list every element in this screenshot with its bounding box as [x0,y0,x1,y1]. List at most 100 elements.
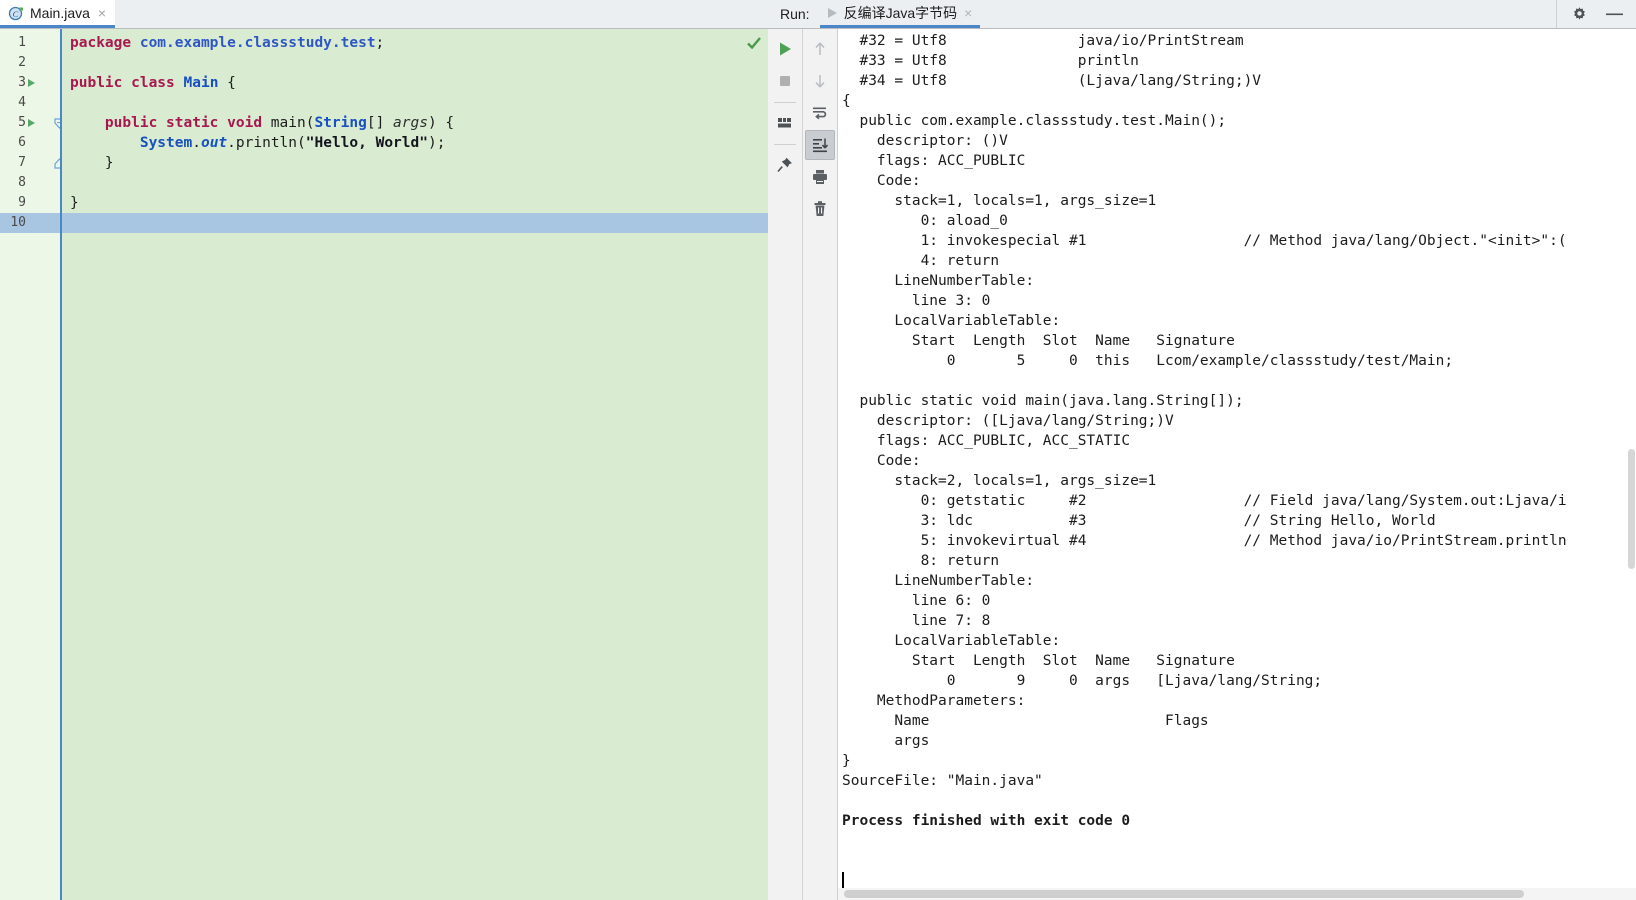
console-line: 8: return [842,553,1000,569]
code-token: . [192,135,201,151]
run-gutter-icon[interactable] [28,119,35,127]
editor-body[interactable]: 1 2 3 4 5 6 7 8 9 10 package com.example.classstu… [0,29,768,900]
scrollbar-thumb[interactable] [1628,449,1635,569]
gutter-line-3[interactable]: 3 [0,73,60,93]
line-number: 8 [18,175,26,190]
code-line[interactable] [62,173,768,193]
printer-icon [811,168,829,186]
console-line: MethodParameters: [842,693,1026,709]
code-token: package [70,35,140,51]
gear-icon[interactable] [1571,6,1588,23]
console-caret [842,872,844,888]
down-the-stack-trace-button[interactable] [805,66,835,96]
code-line[interactable]: package com.example.classstudy.test; [62,33,768,53]
gutter-line-1[interactable]: 1 [0,33,60,53]
arrow-up-icon [811,40,829,58]
console-line: { [842,93,851,109]
console-line: descriptor: ([Ljava/lang/String;)V [842,413,1174,429]
console-line: line 6: 0 [842,593,991,609]
console-line: #34 = Utf8 (Ljava/lang/String;)V [842,73,1262,89]
console-line: 0: aload_0 [842,213,1008,229]
console-line: 0 5 0 this Lcom/example/classstudy/test/… [842,353,1454,369]
window-controls [1556,0,1636,28]
console-line: line 7: 8 [842,613,991,629]
code-line[interactable]: System.out.println("Hello, World"); [62,133,768,153]
console-line: stack=1, locals=1, args_size=1 [842,193,1157,209]
editor-code-area[interactable]: package com.example.classstudy.test; pub… [60,29,768,900]
code-line[interactable]: public class Main { [62,73,768,93]
console-line: LocalVariableTable: [842,633,1061,649]
run-gutter-icon[interactable] [28,79,35,87]
code-token: } [70,155,114,171]
stop-square-icon [776,72,794,90]
run-tab-decompile[interactable]: 反编译Java字节码 × [819,0,981,28]
scroll-to-end-button[interactable] [805,130,835,160]
clear-all-button[interactable] [805,194,835,224]
editor-gutter[interactable]: 1 2 3 4 5 6 7 8 9 10 [0,29,65,900]
close-icon[interactable]: × [964,5,972,21]
gutter-line-5[interactable]: 5 [0,113,65,133]
svg-text:C: C [13,9,19,19]
code-token: .println( [227,135,306,151]
gutter-line-4[interactable]: 4 [0,93,60,113]
code-line[interactable] [62,53,768,73]
close-icon[interactable]: × [98,6,106,20]
gutter-line-2[interactable]: 2 [0,53,60,73]
code-token: ); [427,135,446,151]
soft-wrap-button[interactable] [805,98,835,128]
line-number: 9 [18,195,26,210]
code-token: String [314,115,367,131]
line-number: 6 [18,135,26,150]
console-line: flags: ACC_PUBLIC, ACC_STATIC [842,433,1131,449]
editor-pane: C Main.java × 1 2 3 4 5 6 7 8 9 10 package com.ex… [0,0,768,900]
stop-button[interactable] [770,66,800,96]
console-line: stack=2, locals=1, args_size=1 [842,473,1157,489]
code-token: main [270,115,306,131]
gutter-line-7[interactable]: 7 [0,153,65,173]
code-line[interactable]: } [62,193,768,213]
code-line[interactable]: } [62,153,768,173]
code-line[interactable]: public static void main(String[] args) { [62,113,768,133]
line-number: 5 [18,115,26,130]
gutter-line-10[interactable]: 10 [0,213,60,233]
code-token: out [200,135,228,151]
toolbar-separator [774,102,796,103]
editor-tab-main-java[interactable]: C Main.java × [0,0,116,28]
pin-tab-button[interactable] [770,150,800,180]
inspection-ok-check-icon[interactable] [746,35,762,51]
console-line: Name Flags [842,713,1209,729]
console-output[interactable]: #32 = Utf8 java/io/PrintStream #33 = Utf… [838,29,1636,900]
console-horizontal-scrollbar[interactable] [838,888,1636,900]
gutter-line-9[interactable]: 9 [0,193,60,213]
rerun-button[interactable] [770,34,800,64]
code-token: public class [70,75,184,91]
console-line: descriptor: ()V [842,133,1008,149]
play-small-icon [827,7,837,18]
console-line: Start Length Slot Name Signature [842,653,1235,669]
gutter-line-8[interactable]: 8 [0,173,60,193]
console-line: flags: ACC_PUBLIC [842,153,1026,169]
scrollbar-thumb[interactable] [844,890,1524,898]
console-line: 4: return [842,253,1000,269]
run-toolbar-right [803,29,838,900]
console-line: public com.example.classstudy.test.Main(… [842,113,1227,129]
java-class-icon: C [8,5,24,21]
console-line: Code: [842,173,921,189]
code-line[interactable] [62,213,768,233]
code-line[interactable] [62,93,768,113]
ide-window: C Main.java × 1 2 3 4 5 6 7 8 9 10 package com.ex… [0,0,1636,900]
console-line: public static void main(java.lang.String… [842,393,1244,409]
gutter-line-6[interactable]: 6 [0,133,60,153]
minimize-icon[interactable] [1604,7,1624,21]
code-token: args [393,115,428,131]
trash-icon [811,200,829,218]
up-the-stack-trace-button[interactable] [805,34,835,64]
console-line: 3: ldc #3 // String Hello, World [842,513,1436,529]
line-number: 3 [18,75,26,90]
console-vertical-scrollbar[interactable] [1626,29,1636,888]
show-running-list-button[interactable] [770,108,800,138]
code-token: [] [366,115,394,131]
print-button[interactable] [805,162,835,192]
pin-icon [776,156,794,174]
code-token: { [218,75,236,91]
